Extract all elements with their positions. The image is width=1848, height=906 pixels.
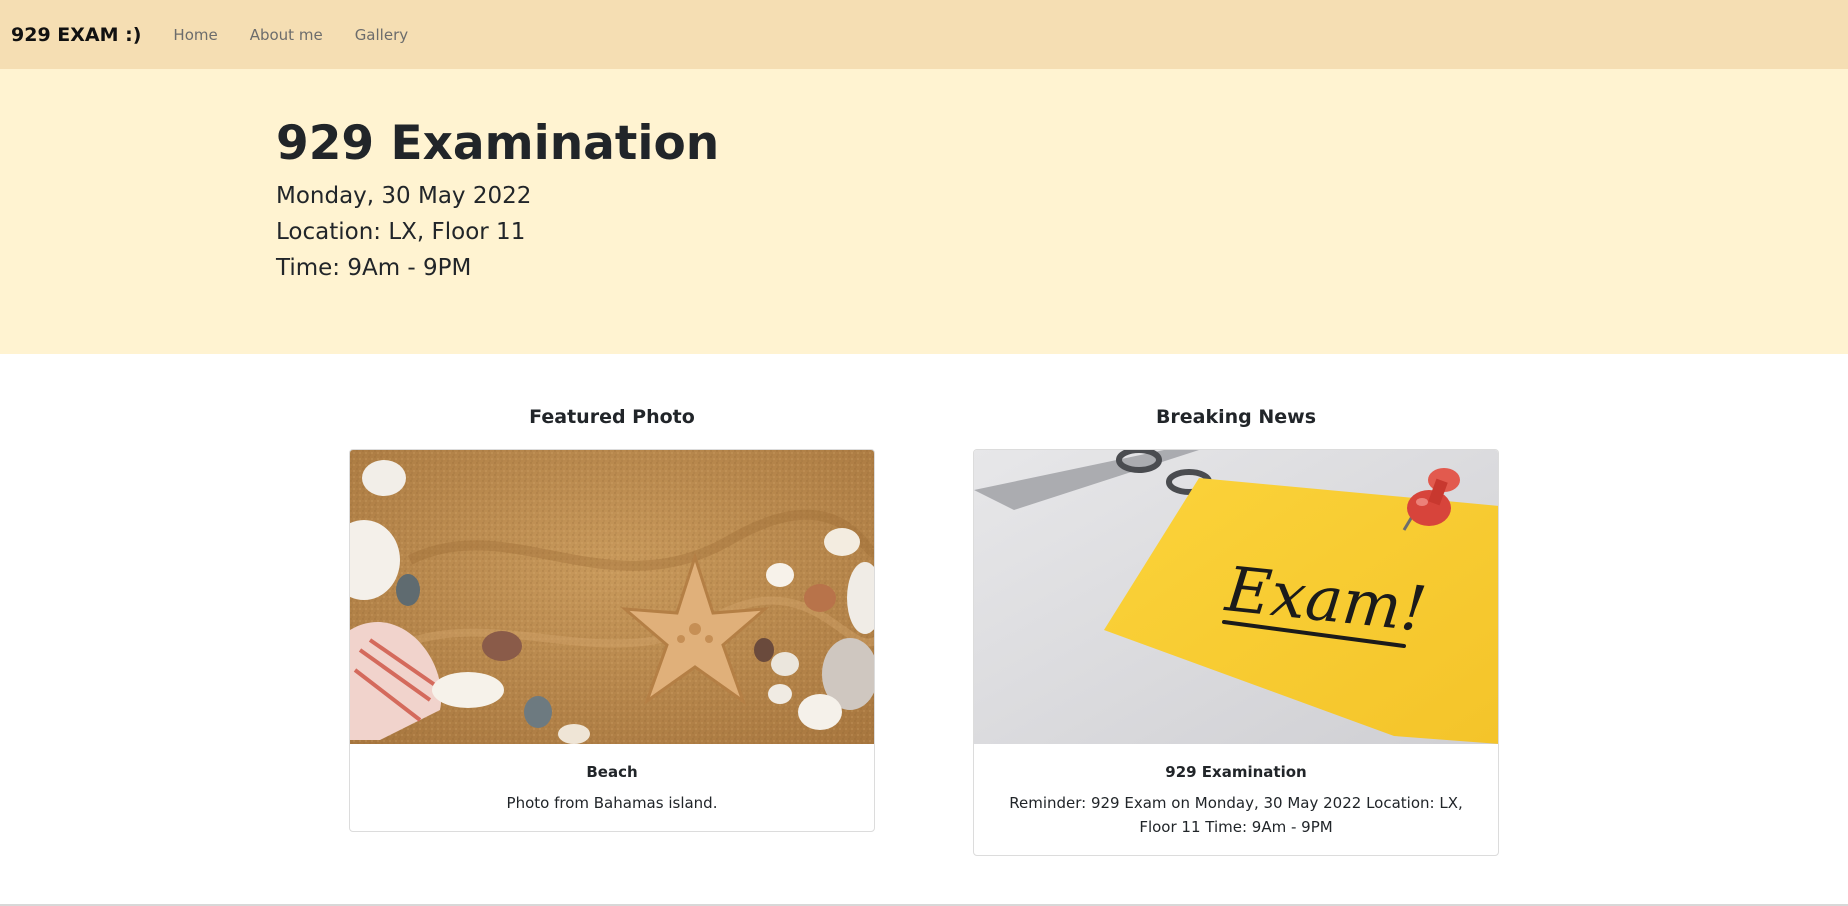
featured-card-body: Beach Photo from Bahamas island. bbox=[350, 744, 874, 831]
beach-photo-graphic bbox=[350, 450, 874, 744]
news-card-body: 929 Examination Reminder: 929 Exam on Mo… bbox=[974, 744, 1498, 855]
news-card-title: 929 Examination bbox=[1165, 763, 1307, 781]
hero-content: 929 Examination Monday, 30 May 2022 Loca… bbox=[276, 116, 719, 286]
featured-photo-card: Beach Photo from Bahamas island. bbox=[349, 449, 875, 832]
navbar: 929 EXAM :) Home About me Gallery bbox=[0, 0, 1848, 69]
nav-link-gallery[interactable]: Gallery bbox=[355, 26, 408, 44]
hero-time: Time: 9Am - 9PM bbox=[276, 255, 472, 281]
hero-date: Monday, 30 May 2022 bbox=[276, 183, 532, 209]
news-card-text: Reminder: 929 Exam on Monday, 30 May 202… bbox=[1009, 794, 1463, 836]
hero-banner: 929 Examination Monday, 30 May 2022 Loca… bbox=[0, 69, 1848, 354]
featured-card-text: Photo from Bahamas island. bbox=[506, 794, 718, 812]
brand-link[interactable]: 929 EXAM :) bbox=[11, 24, 141, 46]
exam-note-graphic: Exam! bbox=[974, 450, 1498, 744]
featured-card-title: Beach bbox=[586, 763, 638, 781]
nav-link-about-me[interactable]: About me bbox=[250, 26, 323, 44]
breaking-news-card: Exam! 929 Examination Reminder: 929 Exam… bbox=[973, 449, 1499, 856]
nav-links: Home About me Gallery bbox=[162, 26, 429, 44]
exam-note-photo: Exam! bbox=[974, 450, 1498, 744]
nav-link-home[interactable]: Home bbox=[173, 26, 217, 44]
featured-photo-heading: Featured Photo bbox=[529, 406, 695, 428]
hero-title: 929 Examination bbox=[276, 116, 720, 171]
breaking-news-heading: Breaking News bbox=[1155, 406, 1317, 428]
hero-location: Location: LX, Floor 11 bbox=[276, 219, 526, 245]
beach-photo bbox=[350, 450, 874, 744]
